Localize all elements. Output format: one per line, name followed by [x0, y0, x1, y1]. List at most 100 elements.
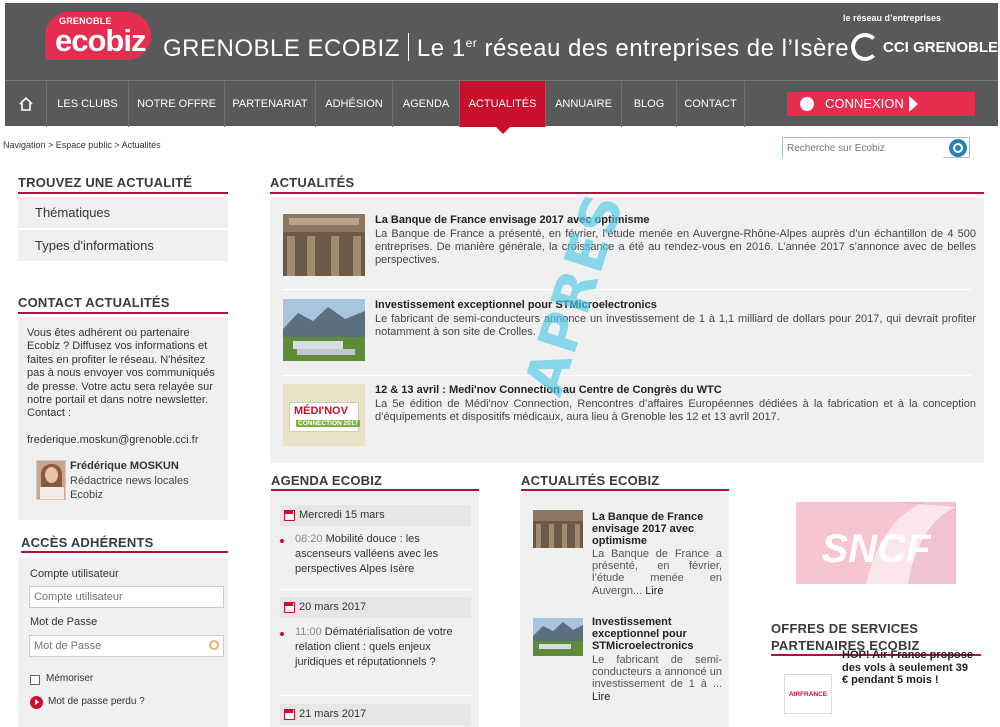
- ecobiz-news-title-item[interactable]: La Banque de France envisage 2017 avec o…: [592, 511, 722, 547]
- nav-item-blog[interactable]: BLOG: [622, 81, 677, 127]
- news-body: Le fabricant de semi-conducteurs annonce…: [375, 313, 976, 338]
- contact-email-link[interactable]: frederique.moskun@grenoble.cci.fr: [27, 434, 198, 446]
- nav-item-notre-offre[interactable]: NOTRE OFFRE: [129, 81, 225, 127]
- agenda-title: AGENDA ECOBIZ: [271, 473, 383, 488]
- agenda-date-text: Mercredi 15 mars: [299, 509, 385, 521]
- site-title-part1: GRENOBLE ECOBIZ: [163, 35, 400, 62]
- read-more-link[interactable]: Lire: [645, 585, 663, 597]
- ecobiz-news-thumbnail[interactable]: [533, 510, 583, 548]
- calendar-icon: [284, 709, 295, 720]
- contact-news-title: CONTACT ACTUALITÉS: [18, 295, 170, 310]
- news-thumbnail[interactable]: [283, 299, 365, 361]
- contact-description: Vous êtes adhérent ou partenaire Ecobiz …: [27, 327, 215, 420]
- nav-item-partenariat[interactable]: PARTENARIAT: [225, 81, 316, 127]
- cci-mark-icon: [851, 33, 879, 61]
- news-body: La 5e édition de Médi'nov Connection, Re…: [375, 398, 976, 423]
- section-underline: [18, 312, 228, 314]
- username-label: Compte utilisateur: [30, 568, 119, 580]
- partner-offers-panel: OFFRES DE SERVICES PARTENAIRES ECOBIZ AI…: [767, 610, 984, 727]
- news-section-title: ACTUALITÉS: [270, 175, 355, 190]
- find-news-title: TROUVEZ UNE ACTUALITÉ: [18, 175, 193, 190]
- calendar-icon: [284, 602, 295, 613]
- agenda-date: 21 mars 2017: [280, 704, 471, 725]
- username-input[interactable]: [30, 587, 200, 607]
- site-title-part2-pre: Le 1: [416, 35, 466, 62]
- member-access-title: ACCÈS ADHÉRENTS: [21, 535, 154, 550]
- cci-name: CCI GRENOBLE: [883, 39, 999, 56]
- find-news-list: Thématiques Types d'informations: [18, 197, 228, 269]
- news-thumbnail[interactable]: MÉDI'NOV CONNECTION 2017: [283, 384, 365, 446]
- nav-item-annuaire[interactable]: ANNUAIRE: [546, 81, 622, 127]
- agenda-event[interactable]: 08:20 Mobilité douce : les ascenseurs va…: [295, 532, 475, 577]
- sidebar-item-types[interactable]: Types d'informations: [18, 230, 228, 261]
- airfrance-logo[interactable]: AIRFRANCE: [784, 674, 832, 714]
- section-underline: [18, 192, 228, 194]
- main-nav: LES CLUBS NOTRE OFFRE PARTENARIAT ADHÉSI…: [5, 80, 998, 134]
- avatar: [36, 460, 66, 500]
- connexion-button[interactable]: CONNEXION: [787, 92, 975, 116]
- news-thumbnail[interactable]: [283, 214, 365, 276]
- partner-offer-text[interactable]: HOP! Air France propose des vols à seule…: [842, 649, 977, 687]
- agenda-panel: Mercredi 15 mars 08:20 Mobilité douce : …: [270, 491, 479, 727]
- home-button[interactable]: [5, 81, 47, 127]
- connexion-label: CONNEXION: [825, 96, 904, 111]
- ecobiz-news-title: ACTUALITÉS ECOBIZ: [521, 473, 660, 488]
- site-title-sup: er: [465, 36, 478, 50]
- ecobiz-news-body: La Banque de France a présenté, en févri…: [592, 548, 722, 597]
- ecobiz-news-thumbnail[interactable]: [533, 618, 583, 656]
- key-icon: [209, 640, 219, 650]
- home-icon: [19, 96, 33, 111]
- divider: [280, 695, 471, 696]
- contact-panel: Vous êtes adhérent ou partenaire Ecobiz …: [18, 318, 228, 520]
- read-more-link[interactable]: Lire: [592, 691, 610, 703]
- ecobiz-news-panel: La Banque de France envisage 2017 avec o…: [520, 491, 729, 727]
- event-time: 11:00: [295, 626, 322, 638]
- agenda-date-text: 21 mars 2017: [299, 708, 367, 720]
- password-field-wrap: [29, 635, 224, 657]
- news-item[interactable]: MÉDI'NOV CONNECTION 2017 12 & 13 avril :…: [270, 368, 984, 456]
- nav-item-contact[interactable]: CONTACT: [677, 81, 745, 127]
- password-input[interactable]: [30, 636, 200, 656]
- agenda-event[interactable]: 11:00 Dématérialisation de votre relatio…: [295, 625, 475, 670]
- medinov-logo-text: MÉDI'NOV: [294, 405, 348, 417]
- lost-password-link[interactable]: Mot de passe perdu ?: [48, 696, 145, 707]
- remember-label: Mémoriser: [46, 673, 94, 684]
- arrow-circle-icon: [30, 696, 43, 709]
- section-underline: [270, 192, 984, 194]
- nav-item-agenda[interactable]: AGENDA: [393, 81, 460, 127]
- contact-name: Frédérique MOSKUN: [70, 460, 179, 472]
- title-divider: [407, 33, 409, 61]
- sncf-logo[interactable]: SNCF: [796, 502, 956, 584]
- username-field-wrap: [29, 586, 224, 608]
- remember-checkbox[interactable]: [30, 675, 40, 685]
- sidebar-item-thematiques[interactable]: Thématiques: [18, 197, 228, 228]
- bullet: [280, 632, 284, 636]
- cci-logo[interactable]: CCI GRENOBLE: [851, 33, 998, 63]
- ecobiz-logo[interactable]: GRENOBLE ecobiz: [45, 12, 151, 60]
- nav-item-les-clubs[interactable]: LES CLUBS: [47, 81, 129, 127]
- agenda-date-text: 20 mars 2017: [299, 601, 367, 613]
- agenda-date: 20 mars 2017: [280, 597, 471, 618]
- divider: [280, 589, 471, 590]
- site-header: GRENOBLE ecobiz GRENOBLE ECOBIZ Le 1er ré…: [5, 3, 998, 80]
- medinov-logo-subtext: CONNECTION 2017: [296, 420, 360, 427]
- nav-item-actualites[interactable]: ACTUALITÉS: [460, 81, 546, 134]
- cci-tagline: le réseau d’entreprises: [843, 13, 942, 23]
- news-panel: La Banque de France envisage 2017 avec o…: [270, 198, 984, 463]
- agenda-date: Mercredi 15 mars: [280, 505, 471, 526]
- news-title[interactable]: Investissement exceptionnel pour STMicro…: [375, 299, 657, 311]
- sncf-logo-text: SNCF: [822, 527, 932, 571]
- news-item[interactable]: Investissement exceptionnel pour STMicro…: [270, 283, 984, 371]
- search-icon[interactable]: [949, 139, 967, 157]
- logo-big-text: ecobiz: [55, 23, 146, 58]
- medinov-logo: MÉDI'NOV CONNECTION 2017: [289, 402, 360, 432]
- search-input[interactable]: [783, 139, 943, 158]
- login-panel: Compte utilisateur Mot de Passe Mémorise…: [18, 558, 228, 727]
- event-time: 08:20: [295, 533, 323, 545]
- ecobiz-news-title-item[interactable]: Investissement exceptionnel pour STMicro…: [592, 616, 722, 652]
- breadcrumb[interactable]: Navigation > Espace public > Actualités: [3, 140, 161, 150]
- nav-item-adhesion[interactable]: ADHÉSION: [316, 81, 393, 127]
- ecobiz-news-body-text: Le fabricant de semi-conducteurs a annon…: [592, 654, 722, 691]
- ecobiz-news-body: Le fabricant de semi-conducteurs a annon…: [592, 654, 722, 703]
- calendar-icon: [284, 510, 295, 521]
